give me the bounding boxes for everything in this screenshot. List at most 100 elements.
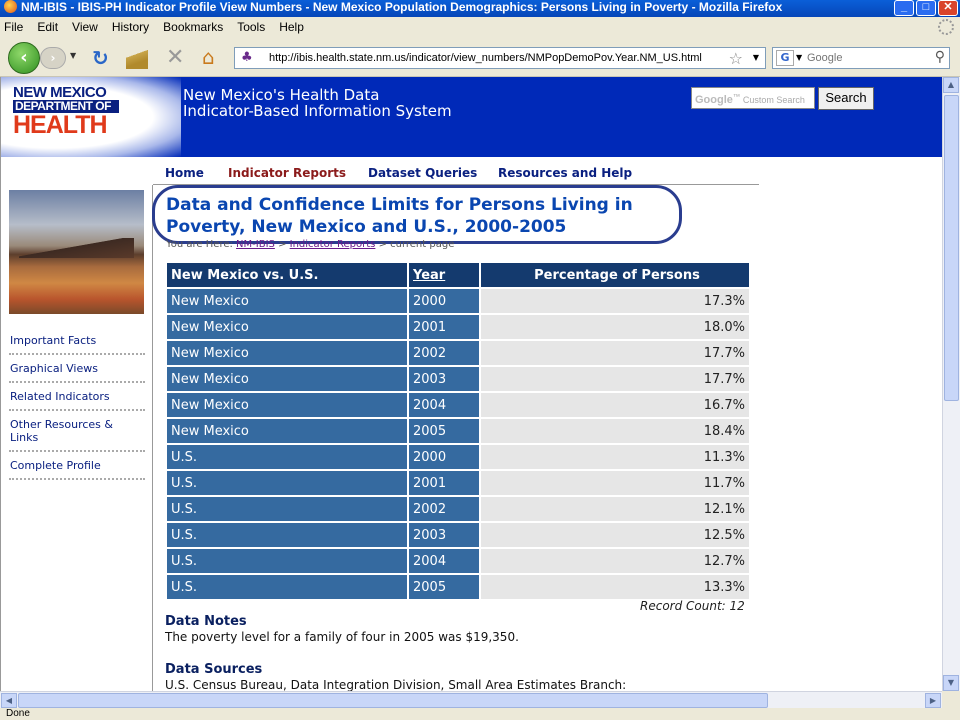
search-bar[interactable]: G ▼ ⚲ — [772, 47, 950, 69]
sidebar-item-other-resources[interactable]: Other Resources & Links — [9, 411, 145, 452]
cell-region: New Mexico — [167, 339, 407, 365]
cell-region: New Mexico — [167, 287, 407, 313]
logo-area[interactable]: NEW MEXICO DEPARTMENT OF HEALTH — [1, 77, 181, 157]
close-button[interactable]: ✕ — [938, 0, 958, 16]
menu-view[interactable]: View — [72, 20, 98, 34]
breadcrumb-nm-ibis[interactable]: NM-IBIS — [236, 239, 275, 250]
menu-history[interactable]: History — [112, 20, 149, 34]
table-row: New Mexico 2001 18.0% — [167, 313, 749, 339]
site-title-line-1: New Mexico's Health Data — [183, 86, 380, 104]
sidebar: Important Facts Graphical Views Related … — [1, 185, 153, 691]
table-row: New Mexico 2003 17.7% — [167, 365, 749, 391]
site-search-button[interactable]: Search — [818, 87, 874, 110]
stop-icon[interactable]: ✕ — [166, 45, 184, 70]
site-header: NEW MEXICO DEPARTMENT OF HEALTH New Mexi… — [1, 77, 942, 157]
history-dropdown-icon[interactable]: ▼ — [70, 51, 76, 60]
reload-icon[interactable]: ↻ — [92, 46, 109, 70]
data-notes-heading: Data Notes — [165, 614, 247, 629]
site-title: New Mexico's Health Data Indicator-Based… — [183, 87, 452, 119]
nav-indicator-reports[interactable]: Indicator Reports — [228, 166, 346, 180]
site-search-input[interactable]: Google™ Custom Search — [691, 87, 815, 109]
cell-year: 2000 — [409, 287, 479, 313]
engine-dropdown-icon[interactable]: ▼ — [796, 53, 802, 62]
page-viewport: NEW MEXICO DEPARTMENT OF HEALTH New Mexi… — [0, 77, 942, 691]
firefox-icon — [4, 0, 17, 13]
cell-region: New Mexico — [167, 391, 407, 417]
cell-region: New Mexico — [167, 417, 407, 443]
logo-line-3: HEALTH — [13, 111, 108, 139]
menu-help[interactable]: Help — [279, 20, 304, 34]
menu-file[interactable]: File — [4, 20, 23, 34]
nmdoh-logo[interactable]: NEW MEXICO DEPARTMENT OF HEALTH — [13, 85, 119, 141]
cell-percentage: 11.7% — [481, 469, 749, 495]
scroll-up-icon[interactable]: ▲ — [943, 77, 959, 93]
data-notes-text: The poverty level for a family of four i… — [165, 630, 519, 644]
vertical-scroll-thumb[interactable] — [944, 95, 959, 401]
sidebar-item-complete-profile[interactable]: Complete Profile — [9, 452, 145, 480]
clear-broom-icon[interactable] — [126, 45, 148, 69]
cell-year: 2001 — [409, 313, 479, 339]
cell-region: U.S. — [167, 495, 407, 521]
scroll-left-icon[interactable]: ◀ — [1, 693, 17, 708]
data-sources-heading: Data Sources — [165, 662, 263, 677]
horizontal-scrollbar[interactable]: ◀ ▶ — [0, 691, 942, 708]
header-year-sort[interactable]: Year — [409, 263, 479, 287]
menu-edit[interactable]: Edit — [37, 20, 58, 34]
search-icon[interactable]: ⚲ — [935, 49, 945, 65]
logo-line-1: NEW MEXICO — [13, 84, 107, 101]
sidebar-links: Important Facts Graphical Views Related … — [9, 327, 145, 480]
table-row: New Mexico 2000 17.3% — [167, 287, 749, 313]
home-icon[interactable]: ⌂ — [202, 45, 215, 69]
nav-dataset-queries[interactable]: Dataset Queries — [368, 166, 477, 180]
throbber-icon — [938, 19, 954, 35]
breadcrumb: You are Here: NM-IBIS > Indicator Report… — [166, 239, 454, 250]
nav-home[interactable]: Home — [165, 166, 204, 180]
data-table: New Mexico vs. U.S. Year Percentage of P… — [165, 263, 751, 599]
horizontal-scroll-thumb[interactable] — [18, 693, 768, 708]
scroll-right-icon[interactable]: ▶ — [925, 693, 941, 708]
record-count: Record Count: 12 — [640, 599, 745, 613]
sidebar-item-important-facts[interactable]: Important Facts — [9, 327, 145, 355]
table-row: U.S. 2002 12.1% — [167, 495, 749, 521]
sidebar-item-related-indicators[interactable]: Related Indicators — [9, 383, 145, 411]
nav-resources-help[interactable]: Resources and Help — [498, 166, 632, 180]
maximize-button[interactable]: □ — [916, 0, 936, 16]
header-percentage: Percentage of Persons — [481, 263, 749, 287]
sidebar-item-graphical-views[interactable]: Graphical Views — [9, 355, 145, 383]
status-bar: Done — [0, 708, 960, 720]
top-navigation: Home Indicator Reports Dataset Queries R… — [153, 157, 759, 185]
cell-percentage: 11.3% — [481, 443, 749, 469]
site-title-line-2: Indicator-Based Information System — [183, 102, 452, 120]
cell-year: 2005 — [409, 573, 479, 599]
menu-bookmarks[interactable]: Bookmarks — [163, 20, 223, 34]
table-row: U.S. 2001 11.7% — [167, 469, 749, 495]
search-input[interactable] — [807, 50, 925, 66]
breadcrumb-indicator-reports[interactable]: Indicator Reports — [290, 239, 376, 250]
window-title-bar: NM-IBIS - IBIS-PH Indicator Profile View… — [0, 0, 960, 17]
url-text[interactable]: http://ibis.health.state.nm.us/indicator… — [269, 52, 702, 64]
google-brand: Google — [695, 94, 733, 106]
cell-region: New Mexico — [167, 365, 407, 391]
back-button[interactable]: ‹ — [8, 42, 40, 74]
vertical-scrollbar[interactable]: ▲ ▼ — [942, 77, 960, 691]
menu-bar: File Edit View History Bookmarks Tools H… — [0, 17, 960, 37]
site-favicon-icon: ♣ — [241, 50, 253, 65]
scroll-down-icon[interactable]: ▼ — [943, 675, 959, 691]
google-engine-icon[interactable]: G — [776, 50, 794, 66]
cell-year: 2003 — [409, 365, 479, 391]
menu-tools[interactable]: Tools — [237, 20, 265, 34]
forward-button[interactable]: › — [40, 47, 66, 69]
table-row: U.S. 2004 12.7% — [167, 547, 749, 573]
bookmark-star-icon[interactable]: ☆ — [729, 49, 743, 68]
window-title: NM-IBIS - IBIS-PH Indicator Profile View… — [21, 0, 783, 14]
scrollbar-corner — [942, 691, 960, 708]
cell-year: 2001 — [409, 469, 479, 495]
cell-year: 2004 — [409, 547, 479, 573]
table-row: U.S. 2005 13.3% — [167, 573, 749, 599]
table-row: U.S. 2000 11.3% — [167, 443, 749, 469]
minimize-button[interactable]: _ — [894, 0, 914, 16]
address-bar[interactable]: ♣ http://ibis.health.state.nm.us/indicat… — [234, 47, 766, 69]
cell-year: 2003 — [409, 521, 479, 547]
table-row: New Mexico 2002 17.7% — [167, 339, 749, 365]
url-dropdown-icon[interactable]: ▼ — [753, 53, 759, 62]
